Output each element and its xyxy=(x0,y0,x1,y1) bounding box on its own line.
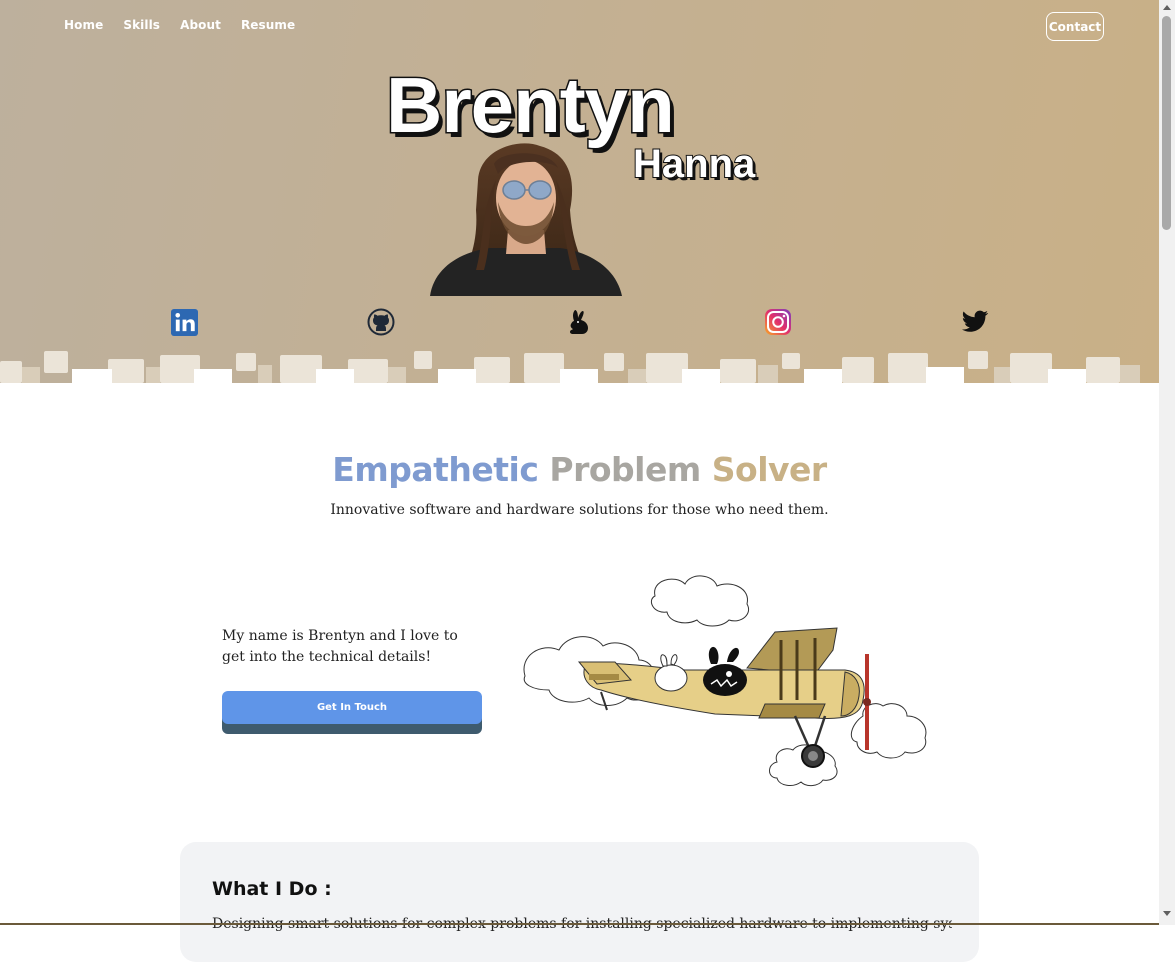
nav-resume-link[interactable]: Resume xyxy=(241,18,295,32)
subheadline: Innovative software and hardware solutio… xyxy=(330,502,829,518)
linkedin-icon[interactable] xyxy=(169,307,199,337)
instagram-icon[interactable] xyxy=(763,307,793,337)
hero-last-name: Hanna xyxy=(632,142,756,186)
headline: Empathetic Problem Solver xyxy=(0,450,1159,489)
headline-word-1: Empathetic xyxy=(332,450,539,489)
github-icon[interactable] xyxy=(366,307,396,337)
what-i-do-card: What I Do : Designing smart solutions fo… xyxy=(180,842,979,962)
rabbit-icon[interactable] xyxy=(565,307,595,337)
get-in-touch-button[interactable]: Get In Touch xyxy=(222,691,482,724)
airplane-illustration xyxy=(523,575,927,787)
portrait-image xyxy=(430,143,622,296)
scroll-down-arrow-icon[interactable] xyxy=(1163,911,1171,916)
nav-skills-link[interactable]: Skills xyxy=(123,18,160,32)
hero-first-name: Brentyn xyxy=(385,61,677,149)
nav-home-link[interactable]: Home xyxy=(64,18,103,32)
headline-word-2: Problem xyxy=(549,450,701,489)
twitter-icon[interactable] xyxy=(960,307,990,337)
top-nav: Home Skills About Resume xyxy=(64,18,315,32)
social-links xyxy=(0,307,1159,339)
nav-about-link[interactable]: About xyxy=(180,18,221,32)
scroll-up-arrow-icon[interactable] xyxy=(1163,5,1171,10)
scrollbar-thumb[interactable] xyxy=(1162,16,1171,230)
contact-button[interactable]: Contact xyxy=(1046,12,1104,41)
hero-block-border xyxy=(0,351,1140,383)
headline-word-3: Solver xyxy=(711,450,827,489)
intro-text: My name is Brentyn and I love to get int… xyxy=(222,628,458,665)
what-i-do-title: What I Do : xyxy=(212,878,332,900)
hero-banner: Home Skills About Resume Contact Brentyn… xyxy=(0,0,1159,383)
